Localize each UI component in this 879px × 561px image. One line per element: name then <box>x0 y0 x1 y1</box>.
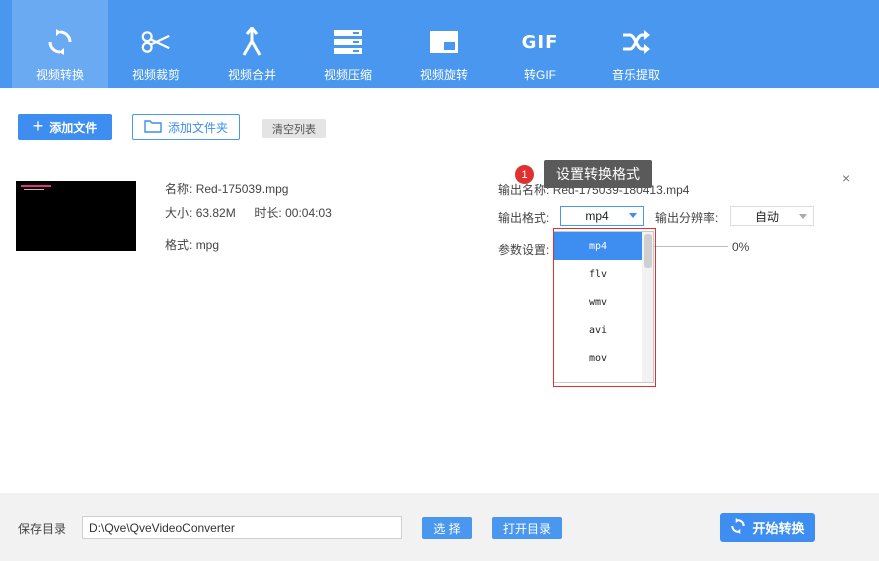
tab-label: 视频旋转 <box>419 68 468 82</box>
scrollbar-thumb[interactable] <box>644 234 652 268</box>
clear-list-button[interactable]: 清空列表 <box>262 119 326 138</box>
add-file-button[interactable]: + 添加文件 <box>18 114 112 140</box>
tab-music-extract[interactable]: 音乐提取 <box>588 0 684 88</box>
app-window: 视频转换 视频裁剪 视频合并 视频压缩 视频旋转 GIF 转GIF 音乐提取 +… <box>0 0 879 561</box>
compress-icon <box>333 28 363 56</box>
video-thumbnail[interactable] <box>16 181 136 251</box>
choose-dir-button[interactable]: 选 择 <box>422 517 472 539</box>
output-format-value: mp4 <box>585 209 609 223</box>
add-file-label: 添加文件 <box>49 120 98 135</box>
tab-video-crop[interactable]: 视频裁剪 <box>108 0 204 88</box>
thumbnail-overlay <box>24 189 44 190</box>
file-duration-value: 00:04:03 <box>285 206 332 220</box>
file-name-row: 名称: Red-175039.mpg <box>165 180 288 197</box>
tab-to-gif[interactable]: GIF 转GIF <box>492 0 588 88</box>
output-name-label: 输出名称: <box>498 183 550 197</box>
format-option[interactable]: wmv <box>554 288 642 316</box>
file-format-row: 格式: mpg <box>165 236 219 253</box>
merge-icon <box>237 27 267 56</box>
tab-video-merge[interactable]: 视频合并 <box>204 0 300 88</box>
thumbnail-overlay <box>21 185 51 187</box>
tab-label: 转GIF <box>524 68 556 82</box>
step-number-badge: 1 <box>515 165 534 184</box>
tab-video-rotate[interactable]: 视频旋转 <box>396 0 492 88</box>
scissors-icon <box>141 28 171 56</box>
shuffle-icon <box>621 28 651 56</box>
main-toolbar: 视频转换 视频裁剪 视频合并 视频压缩 视频旋转 GIF 转GIF 音乐提取 <box>0 0 879 88</box>
tab-video-convert[interactable]: 视频转换 <box>12 0 108 88</box>
dropdown-scrollbar[interactable] <box>642 232 653 382</box>
save-dir-label: 保存目录 <box>18 522 67 536</box>
tab-label: 音乐提取 <box>611 68 660 82</box>
tab-label: 视频合并 <box>227 68 276 82</box>
file-size-label: 大小: <box>165 206 193 220</box>
add-folder-button[interactable]: 添加文件夹 <box>132 114 240 140</box>
start-convert-button[interactable]: 开始转换 <box>720 513 815 542</box>
file-format-label: 格式: <box>165 238 193 252</box>
folder-icon <box>144 119 162 136</box>
progress-percent: 0% <box>732 240 750 254</box>
guide-tooltip: 设置转换格式 <box>544 160 652 188</box>
rotate-icon <box>429 28 459 56</box>
params-label: 参数设置: <box>498 243 550 257</box>
file-name-value: Red-175039.mpg <box>195 182 289 196</box>
output-format-label: 输出格式: <box>498 211 550 225</box>
format-dropdown-list: mp4 flv wmv avi mov ... <box>553 231 654 383</box>
file-duration-label: 时长: <box>254 206 282 220</box>
file-format-value: mpg <box>195 238 220 252</box>
format-option[interactable]: ... <box>554 370 642 383</box>
format-option[interactable]: mov <box>554 344 642 372</box>
start-convert-label: 开始转换 <box>752 521 805 536</box>
save-path-input[interactable] <box>82 516 402 539</box>
file-name-label: 名称: <box>165 182 193 196</box>
tab-label: 视频压缩 <box>323 68 372 82</box>
tab-label: 视频转换 <box>35 68 84 82</box>
plus-icon: + <box>32 116 44 136</box>
chevron-down-icon <box>629 213 637 218</box>
remove-file-button[interactable]: × <box>842 170 850 186</box>
open-dir-button[interactable]: 打开目录 <box>492 517 562 539</box>
gif-icon: GIF <box>521 31 559 53</box>
chevron-down-icon <box>799 214 807 219</box>
file-size-value: 63.82M <box>195 206 236 220</box>
format-option[interactable]: avi <box>554 316 642 344</box>
refresh-icon <box>45 28 75 56</box>
file-size-row: 大小: 63.82M 时长: 00:04:03 <box>165 204 332 221</box>
output-resolution-select[interactable]: 自动 <box>730 206 814 226</box>
output-resolution-label: 输出分辨率: <box>655 211 719 225</box>
tab-label: 视频裁剪 <box>131 68 180 82</box>
progress-track <box>652 246 728 247</box>
format-option[interactable]: mp4 <box>554 232 642 260</box>
output-resolution-value: 自动 <box>754 209 779 224</box>
output-format-select[interactable]: mp4 <box>560 206 644 226</box>
add-folder-label: 添加文件夹 <box>167 120 228 135</box>
tab-video-compress[interactable]: 视频压缩 <box>300 0 396 88</box>
refresh-icon <box>730 518 746 537</box>
format-option[interactable]: flv <box>554 260 642 288</box>
